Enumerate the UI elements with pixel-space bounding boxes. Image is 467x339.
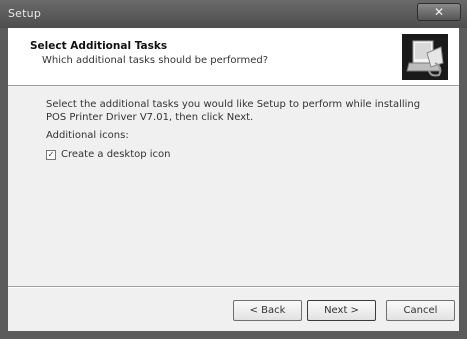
desktop-icon-checkbox[interactable]: ✓: [46, 150, 56, 160]
close-icon: ✕: [433, 5, 445, 19]
task-desktop-icon[interactable]: ✓ Create a desktop icon: [46, 149, 171, 161]
instruction-text: Select the additional tasks you would li…: [46, 99, 421, 123]
back-button[interactable]: < Back: [233, 300, 302, 321]
page-subtitle: Which additional tasks should be perform…: [42, 55, 269, 66]
window-title: Setup: [8, 7, 42, 20]
additional-icons-label: Additional icons:: [46, 130, 129, 141]
desktop-icon-label: Create a desktop icon: [61, 149, 171, 160]
footer-divider: [8, 286, 459, 288]
setup-computer-icon: [402, 34, 448, 80]
next-button[interactable]: Next >: [307, 300, 376, 321]
setup-window: Setup ✕ Select Additional Tasks Which ad…: [0, 0, 467, 339]
page-title: Select Additional Tasks: [30, 40, 168, 52]
wizard-client-area: Select Additional Tasks Which additional…: [8, 28, 459, 331]
close-button[interactable]: ✕: [417, 3, 461, 21]
cancel-button[interactable]: Cancel: [386, 300, 455, 321]
title-bar[interactable]: Setup ✕: [0, 0, 467, 28]
wizard-header: Select Additional Tasks Which additional…: [8, 28, 459, 86]
